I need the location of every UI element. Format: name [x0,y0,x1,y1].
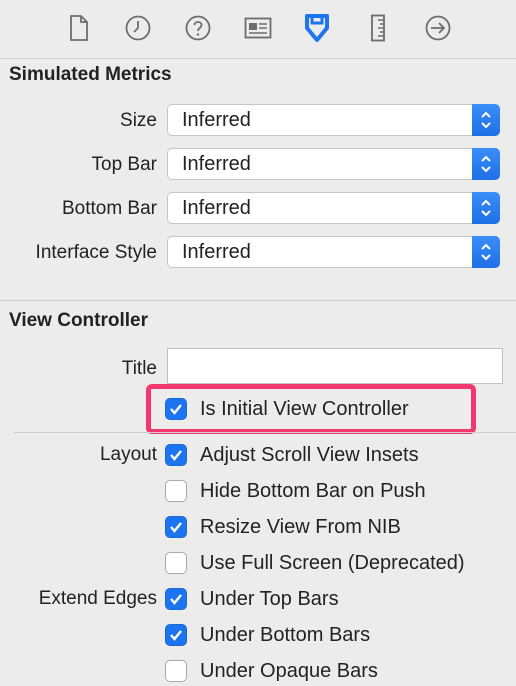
resize-view-from-nib-label: Resize View From NIB [200,516,401,538]
resize-view-from-nib-checkbox[interactable]: Resize View From NIB [165,513,401,541]
under-opaque-bars-label: Under Opaque Bars [200,660,378,682]
initial-view-controller-label: Is Initial View Controller [200,398,409,420]
clock-icon[interactable] [123,13,153,43]
hide-bottom-bar-label: Hide Bottom Bar on Push [200,480,426,502]
top-bar-label: Top Bar [91,154,157,175]
bottom-bar-popup[interactable]: Inferred [167,192,500,224]
interface-style-label: Interface Style [35,242,157,263]
chevron-up-down-icon [472,192,500,224]
bottom-bar-value: Inferred [182,197,251,219]
interface-style-popup[interactable]: Inferred [167,236,500,268]
use-full-screen-label: Use Full Screen (Deprecated) [200,552,465,574]
top-bar-value: Inferred [182,153,251,175]
initial-view-controller-checkbox[interactable]: Is Initial View Controller [165,395,409,423]
inspector-toolbar [0,0,516,59]
file-icon[interactable] [64,13,94,43]
adjust-scroll-view-insets-label: Adjust Scroll View Insets [200,444,419,466]
size-label: Size [120,110,157,131]
inner-divider [14,432,516,433]
use-full-screen-checkbox[interactable]: Use Full Screen (Deprecated) [165,549,465,577]
bottom-bar-label: Bottom Bar [61,198,157,219]
chevron-up-down-icon [472,104,500,136]
extend-edges-label: Extend Edges [38,588,157,609]
view-controller-heading: View Controller [9,310,149,331]
chevron-up-down-icon [472,148,500,180]
checkmark-icon [165,588,187,610]
title-label: Title [121,358,157,379]
size-popup[interactable]: Inferred [167,104,500,136]
title-input[interactable] [167,348,503,384]
under-top-bars-checkbox[interactable]: Under Top Bars [165,585,339,613]
size-value: Inferred [182,109,251,131]
adjust-scroll-view-insets-checkbox[interactable]: Adjust Scroll View Insets [165,441,419,469]
checkmark-icon [165,398,187,420]
under-opaque-bars-checkbox[interactable]: Under Opaque Bars [165,657,378,685]
interface-style-value: Inferred [182,241,251,263]
top-bar-popup[interactable]: Inferred [167,148,500,180]
empty-checkbox-icon [165,552,187,574]
simulated-metrics-heading: Simulated Metrics [9,64,172,85]
connections-arrow-icon[interactable] [423,13,453,43]
attributes-inspector-icon[interactable] [302,13,332,43]
checkmark-icon [165,624,187,646]
identity-card-icon[interactable] [243,13,273,43]
section-divider [0,300,516,301]
under-top-bars-label: Under Top Bars [200,588,339,610]
layout-label: Layout [99,444,157,465]
help-icon[interactable] [183,13,213,43]
checkmark-icon [165,516,187,538]
ruler-icon[interactable] [363,13,393,43]
checkmark-icon [165,444,187,466]
under-bottom-bars-checkbox[interactable]: Under Bottom Bars [165,621,370,649]
empty-checkbox-icon [165,480,187,502]
hide-bottom-bar-checkbox[interactable]: Hide Bottom Bar on Push [165,477,426,505]
empty-checkbox-icon [165,660,187,682]
chevron-up-down-icon [472,236,500,268]
under-bottom-bars-label: Under Bottom Bars [200,624,371,646]
